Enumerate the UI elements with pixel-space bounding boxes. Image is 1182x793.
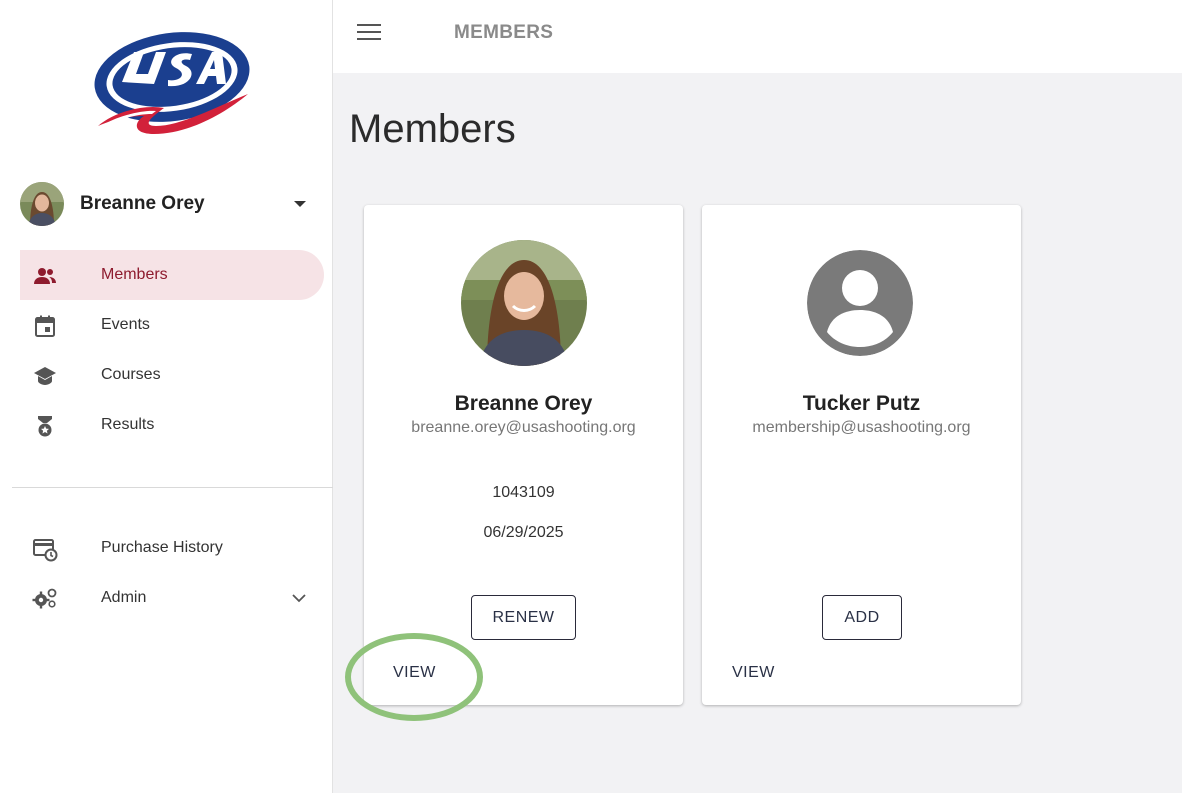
member-card: Breanne Orey breanne.orey@usashooting.or… [364,205,683,705]
member-name: Breanne Orey [454,392,593,415]
user-menu[interactable]: Breanne Orey [20,182,320,226]
primary-nav: Members Events Courses Results [20,250,324,450]
graduation-cap-icon [32,363,58,389]
page-title: Members [349,107,516,151]
caret-down-icon[interactable] [294,201,306,207]
add-button[interactable]: ADD [822,595,902,640]
top-app-bar: MEMBERS [333,0,1182,73]
sidebar-divider [12,487,333,488]
main-content: Members Breanne Orey breanne.orey@usasho… [333,73,1182,793]
user-avatar [20,182,64,226]
default-avatar-icon [807,250,913,356]
member-name: Tucker Putz [802,392,921,415]
sidebar-item-label: Courses [101,366,161,383]
sidebar-item-label: Members [101,266,168,283]
sidebar-item-courses[interactable]: Courses [20,350,324,400]
sidebar-item-admin[interactable]: Admin [20,573,324,623]
view-button[interactable]: VIEW [732,659,775,687]
sidebar-item-members[interactable]: Members [20,250,324,300]
secondary-nav: Purchase History Admin [20,523,324,623]
sidebar-item-results[interactable]: Results [20,400,324,450]
sidebar-item-label: Events [101,316,150,333]
user-name: Breanne Orey [80,193,205,214]
top-bar-title: MEMBERS [454,22,554,43]
chevron-down-icon[interactable] [290,589,308,607]
gears-icon [32,586,58,612]
usa-shooting-logo[interactable] [84,22,260,142]
sidebar-item-purchase-history[interactable]: Purchase History [20,523,324,573]
sidebar: Breanne Orey Members Events Courses Resu… [0,0,333,793]
sidebar-item-label: Results [101,416,155,433]
hamburger-menu-icon[interactable] [357,24,381,44]
member-photo [461,240,587,366]
people-icon [32,263,58,289]
calendar-icon [32,313,58,339]
member-email: breanne.orey@usashooting.org [411,419,636,436]
member-card: Tucker Putz membership@usashooting.org A… [702,205,1021,705]
sidebar-item-label: Admin [101,589,147,606]
app-root: Breanne Orey Members Events Courses Resu… [0,0,1182,793]
membership-expiration: 06/29/2025 [483,524,564,541]
sidebar-item-label: Purchase History [101,539,223,556]
medal-icon [32,413,58,439]
view-button[interactable]: VIEW [393,659,436,687]
purchase-history-icon [32,536,58,562]
member-email: membership@usashooting.org [752,419,971,436]
renew-button[interactable]: RENEW [471,595,576,640]
sidebar-item-events[interactable]: Events [20,300,324,350]
member-id: 1043109 [492,484,555,501]
